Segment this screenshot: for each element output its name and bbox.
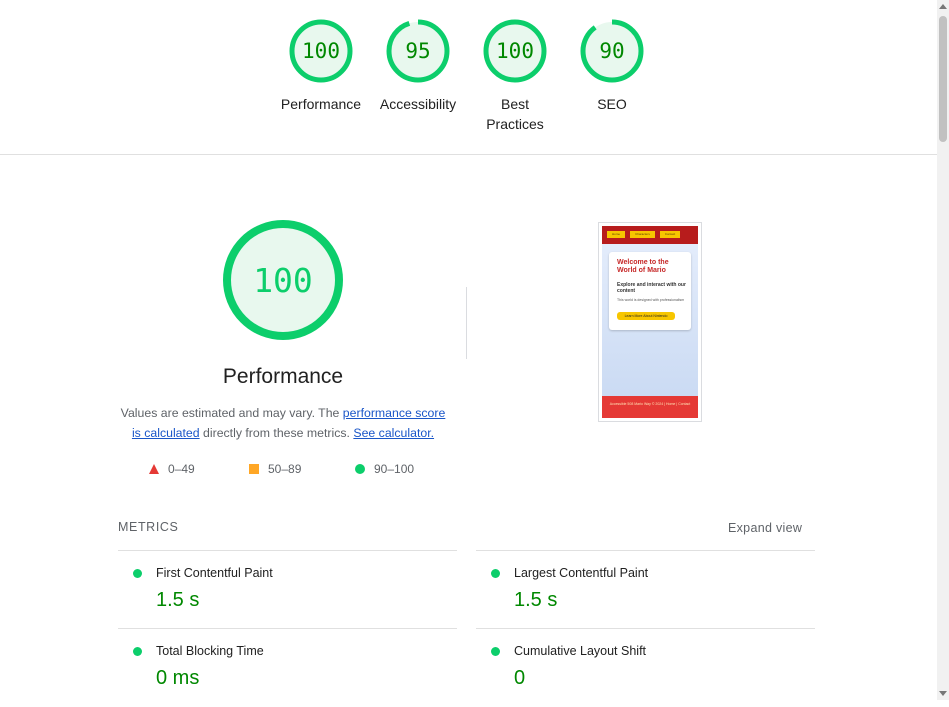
- metric-first-contentful-paint: First Contentful Paint 1.5 s: [118, 550, 457, 629]
- gauge-best-practices[interactable]: 100 Best Practices: [467, 18, 563, 134]
- gauge-ring: 90: [580, 19, 644, 83]
- score-legend: 0–49 50–89 90–100: [118, 460, 448, 480]
- square-icon: [249, 464, 259, 474]
- metric-total-blocking-time: Total Blocking Time 0 ms: [118, 628, 457, 707]
- legend-range: 90–100: [374, 462, 415, 476]
- metric-label: Cumulative Layout Shift: [514, 644, 647, 658]
- category-gauges-bar: 100 Performance 95 Accessibility 100 Bes…: [0, 0, 937, 155]
- pass-circle-icon: [133, 569, 142, 578]
- gauge-accessibility[interactable]: 95 Accessibility: [370, 18, 466, 114]
- scroll-down-arrow-icon[interactable]: [939, 691, 947, 696]
- gauge-label: Best Practices: [486, 96, 544, 132]
- gauge-label: Performance: [280, 96, 362, 112]
- performance-title: Performance: [222, 365, 344, 388]
- gauge-score: 95: [405, 39, 430, 63]
- thumb-button: Learn More About Nintendo: [617, 312, 675, 320]
- metric-label: Total Blocking Time: [156, 644, 264, 658]
- pass-circle-icon: [133, 647, 142, 656]
- thumb-card: Welcome to the World of Mario Explore an…: [609, 252, 691, 330]
- metrics-heading: METRICS: [118, 520, 179, 534]
- gauge-ring: 95: [386, 19, 450, 83]
- thumb-subheading: Explore and interact with our content: [617, 282, 686, 294]
- thumb-nav-item: Contact: [660, 231, 680, 238]
- legend-range: 0–49: [168, 462, 195, 476]
- metric-label: Largest Contentful Paint: [514, 566, 649, 580]
- legend-range: 50–89: [268, 462, 302, 476]
- legend-average: 50–89: [249, 462, 301, 476]
- metric-value: 1.5 s: [156, 589, 200, 611]
- pass-circle-icon: [491, 647, 500, 656]
- gauge-ring: 100: [289, 19, 353, 83]
- pass-circle-icon: [491, 569, 500, 578]
- gauge-score: 100: [496, 39, 534, 63]
- performance-section: 100 Performance Values are estimated and…: [118, 210, 818, 500]
- expand-view-button[interactable]: Expand view: [728, 521, 802, 535]
- gauge-score: 90: [599, 39, 624, 63]
- thumb-nav-item: Home: [607, 231, 625, 238]
- metric-value: 1.5 s: [514, 589, 558, 611]
- metric-value: 0: [514, 667, 526, 689]
- metric-largest-contentful-paint: Largest Contentful Paint 1.5 s: [476, 550, 815, 629]
- divider: [466, 287, 467, 359]
- thumb-nav-item: Characters: [630, 231, 655, 238]
- metric-label: First Contentful Paint: [156, 566, 273, 580]
- gauge-ring: 100: [483, 19, 547, 83]
- vertical-scrollbar[interactable]: [937, 0, 949, 700]
- legend-pass: 90–100: [355, 462, 414, 476]
- gauge-label: Accessibility: [379, 96, 457, 112]
- final-screenshot-thumbnail[interactable]: Home Characters Contact Welcome to the W…: [598, 222, 702, 422]
- circle-icon: [355, 464, 365, 474]
- gauge-label: SEO: [597, 96, 627, 112]
- gauge-score: 100: [302, 39, 340, 63]
- see-calculator-link[interactable]: See calculator.: [353, 426, 434, 440]
- thumb-footer: Accessible 508 Mario Way © 2024 | Home |…: [602, 396, 698, 418]
- gauge-seo[interactable]: 90 SEO: [564, 18, 660, 114]
- performance-big-gauge: 100: [223, 220, 343, 340]
- description-text: directly from these metrics.: [199, 426, 350, 440]
- thumb-footer-text: Accessible 508 Mario Way © 2024 | Home |…: [609, 402, 691, 406]
- thumb-nav: Home Characters Contact: [602, 226, 698, 244]
- scroll-up-arrow-icon[interactable]: [939, 4, 947, 9]
- metric-value: 0 ms: [156, 667, 200, 689]
- metric-cumulative-layout-shift: Cumulative Layout Shift 0: [476, 628, 815, 707]
- scrollbar-thumb[interactable]: [939, 16, 947, 142]
- gauge-performance[interactable]: 100 Performance: [273, 18, 369, 114]
- legend-fail: 0–49: [149, 462, 195, 476]
- thumb-heading: Welcome to the World of Mario: [617, 259, 669, 274]
- description-text: Values are estimated and may vary. The: [120, 406, 343, 420]
- triangle-icon: [149, 464, 159, 474]
- performance-score: 100: [253, 261, 313, 300]
- thumb-paragraph: This world is designed with professional…: [617, 298, 685, 302]
- screenshot-page: Home Characters Contact Welcome to the W…: [602, 226, 698, 418]
- performance-description: Values are estimated and may vary. The p…: [118, 403, 448, 443]
